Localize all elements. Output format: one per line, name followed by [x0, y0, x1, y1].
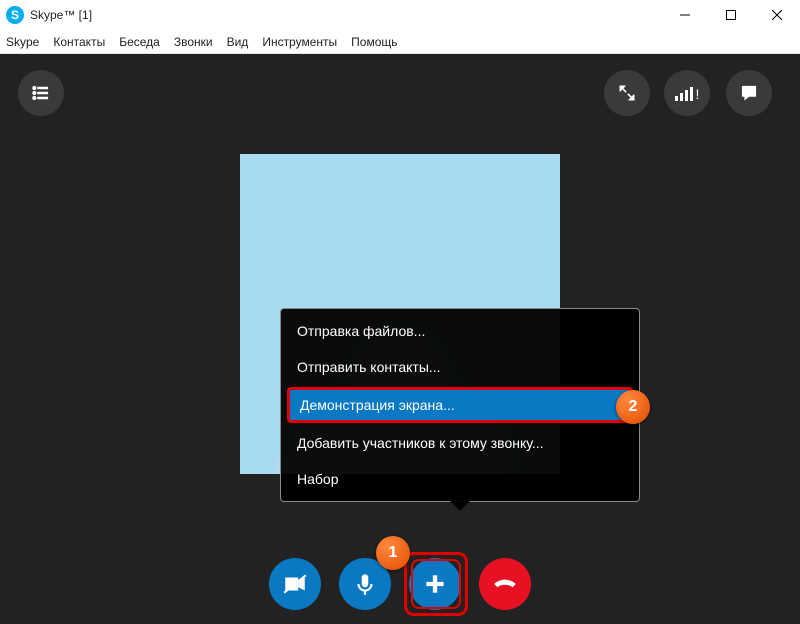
hangup-icon — [492, 571, 518, 597]
call-area: ! — [0, 54, 800, 624]
toggle-mic-button[interactable] — [339, 558, 391, 610]
camera-off-icon — [282, 571, 308, 597]
call-quality-button[interactable]: ! — [664, 70, 710, 116]
menu-item-send-files[interactable]: Отправка файлов... — [281, 313, 639, 349]
menu-item-skype[interactable]: Skype — [6, 35, 39, 49]
expand-icon — [617, 83, 637, 103]
participants-list-button[interactable] — [18, 70, 64, 116]
mic-icon — [352, 571, 378, 597]
minimize-button[interactable] — [662, 0, 708, 30]
chat-button[interactable] — [726, 70, 772, 116]
popup-tail-icon — [450, 501, 470, 511]
window-title: Skype™ [1] — [30, 8, 92, 22]
maximize-button[interactable] — [708, 0, 754, 30]
signal-icon: ! — [675, 85, 700, 101]
end-call-button[interactable] — [479, 558, 531, 610]
menu-bar: Skype Контакты Беседа Звонки Вид Инструм… — [0, 30, 800, 54]
plus-icon — [422, 571, 448, 597]
skype-logo-icon: S — [6, 6, 24, 24]
add-actions-menu: Отправка файлов... Отправить контакты...… — [280, 308, 640, 502]
menu-item-share-screen[interactable]: Демонстрация экрана... — [287, 387, 633, 423]
menu-item-help[interactable]: Помощь — [351, 35, 397, 49]
menu-item-view[interactable]: Вид — [227, 35, 249, 49]
add-actions-button[interactable] — [409, 558, 461, 610]
menu-item-add-participants[interactable]: Добавить участников к этому звонку... — [281, 425, 639, 461]
menu-item-contacts[interactable]: Контакты — [53, 35, 105, 49]
list-icon — [31, 83, 51, 103]
title-bar: S Skype™ [1] — [0, 0, 800, 30]
menu-item-conversation[interactable]: Беседа — [119, 35, 160, 49]
call-controls — [269, 558, 531, 610]
menu-item-send-contacts[interactable]: Отправить контакты... — [281, 349, 639, 385]
menu-item-calls[interactable]: Звонки — [174, 35, 213, 49]
menu-item-dialpad[interactable]: Набор — [281, 461, 639, 497]
toggle-camera-button[interactable] — [269, 558, 321, 610]
fullscreen-button[interactable] — [604, 70, 650, 116]
chat-icon — [739, 83, 759, 103]
close-button[interactable] — [754, 0, 800, 30]
menu-item-tools[interactable]: Инструменты — [262, 35, 337, 49]
